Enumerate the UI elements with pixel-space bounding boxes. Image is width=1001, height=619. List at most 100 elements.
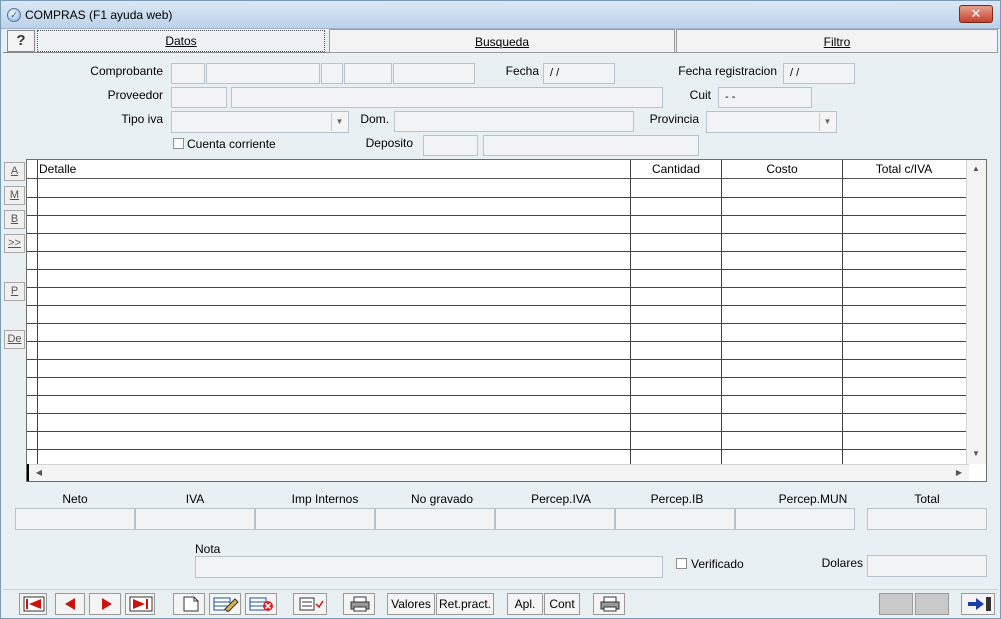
cont-button[interactable]: Cont [544,593,580,615]
valores-button[interactable]: Valores [387,593,435,615]
close-button[interactable]: ✕ [959,5,993,23]
percep-ib-label: Percep.IB [650,492,704,506]
delete-record-button[interactable] [245,593,277,615]
table-row [27,377,967,378]
cuenta-corriente-label: Cuenta corriente [187,137,276,151]
table-row [27,251,967,252]
side-button-modificar[interactable]: M [4,186,25,205]
edit-record-button[interactable] [209,593,241,615]
verificado-label: Verificado [691,557,744,571]
column-header-detalle[interactable]: Detalle [39,162,76,176]
column-divider [630,160,631,464]
tab-filtro[interactable]: Filtro [676,29,998,53]
print-button[interactable] [343,593,375,615]
deposito-label: Deposito [365,136,413,150]
fecha-registracion-field[interactable]: / / [783,63,855,84]
proveedor-nombre-field[interactable] [231,87,663,108]
comprobante-clase-field[interactable] [321,63,343,84]
scroll-down-icon[interactable]: ▼ [968,446,984,462]
table-row [27,359,967,360]
side-button-alta[interactable]: A [4,162,25,181]
percep-mun-label: Percep.MUN [778,492,848,506]
table-row [27,341,967,342]
grid-header: Detalle Cantidad Costo Total c/IVA [27,160,967,179]
table-row [27,269,967,270]
column-header-total-civa[interactable]: Total c/IVA [843,162,965,176]
verificado-checkbox[interactable] [676,558,687,569]
new-record-button[interactable] [173,593,205,615]
iva-field[interactable] [135,508,255,530]
no-gravado-field[interactable] [375,508,495,530]
tipo-iva-label: Tipo iva [121,112,163,126]
deposito-nombre-field[interactable] [483,135,699,156]
column-header-cantidad[interactable]: Cantidad [631,162,721,176]
proveedor-codigo-field[interactable] [171,87,227,108]
cuenta-corriente-checkbox[interactable] [173,138,184,149]
total-field[interactable] [867,508,987,530]
side-button-de[interactable]: De [4,330,25,349]
new-document-icon [183,596,199,612]
provincia-select[interactable]: ▼ [706,111,837,133]
printer-icon [600,596,620,612]
tab-busqueda[interactable]: Busqueda [329,29,675,53]
table-row [27,413,967,414]
exit-button[interactable] [961,593,995,615]
column-divider [37,160,38,464]
imp-internos-field[interactable] [255,508,375,530]
window-title: COMPRAS (F1 ayuda web) [25,8,173,22]
chevron-down-icon: ▼ [331,113,347,131]
tab-datos[interactable]: Datos [37,30,325,52]
comprobante-numero-field[interactable] [393,63,475,84]
print-secondary-button[interactable] [593,593,625,615]
printer-icon [350,596,370,612]
deposito-codigo-field[interactable] [423,135,478,156]
column-header-costo[interactable]: Costo [722,162,842,176]
first-record-icon [23,596,45,612]
comprobante-punto-venta-field[interactable] [344,63,392,84]
next-record-button[interactable] [89,593,121,615]
cuit-field[interactable]: - - [718,87,812,108]
iva-label: IVA [185,492,205,506]
percep-iva-field[interactable] [495,508,615,530]
last-record-button[interactable] [125,593,155,615]
total-label: Total [914,492,940,506]
cuit-label: Cuit [689,88,711,102]
side-button-baja[interactable]: B [4,210,25,229]
bottom-toolbar: Valores Ret.pract. Apl. Cont [3,589,998,618]
neto-field[interactable] [15,508,135,530]
scroll-left-icon[interactable]: ◀ [31,465,47,481]
detalle-grid[interactable]: Detalle Cantidad Costo Total c/IVA ▲ ▼ ◀… [26,159,987,482]
tab-filtro-label: Filtro [823,35,851,49]
fecha-field[interactable]: / / [543,63,615,84]
comprobante-letra-field[interactable] [206,63,320,84]
percep-mun-field[interactable] [735,508,855,530]
table-row [27,431,967,432]
domicilio-field[interactable] [394,111,634,132]
tab-datos-label: Datos [165,34,197,48]
comprobante-tipo-field[interactable] [171,63,205,84]
table-row [27,449,967,450]
vertical-scrollbar[interactable]: ▲ ▼ [966,160,986,464]
help-button[interactable]: ? [7,30,35,52]
side-button-siguiente[interactable]: >> [4,234,25,253]
first-record-button[interactable] [19,593,47,615]
table-row [27,215,967,216]
disabled-button-2 [915,593,949,615]
horizontal-scrollbar[interactable]: ◀ ▶ [29,464,969,481]
percep-ib-field[interactable] [615,508,735,530]
ret-pract-button[interactable]: Ret.pract. [436,593,494,615]
dolares-field[interactable] [867,555,987,577]
scroll-right-icon[interactable]: ▶ [951,465,967,481]
previous-record-button[interactable] [55,593,85,615]
provincia-label: Provincia [649,112,699,126]
table-row [27,323,967,324]
side-button-p[interactable]: P [4,282,25,301]
exit-door-icon [968,597,991,611]
no-gravado-label: No gravado [410,492,474,506]
tipo-iva-select[interactable]: ▼ [171,111,349,133]
nota-field[interactable] [195,556,663,578]
apl-button[interactable]: Apl. [507,593,543,615]
percep-iva-label: Percep.IVA [531,492,591,506]
list-dropdown-button[interactable] [293,593,327,615]
scroll-up-icon[interactable]: ▲ [968,161,984,177]
